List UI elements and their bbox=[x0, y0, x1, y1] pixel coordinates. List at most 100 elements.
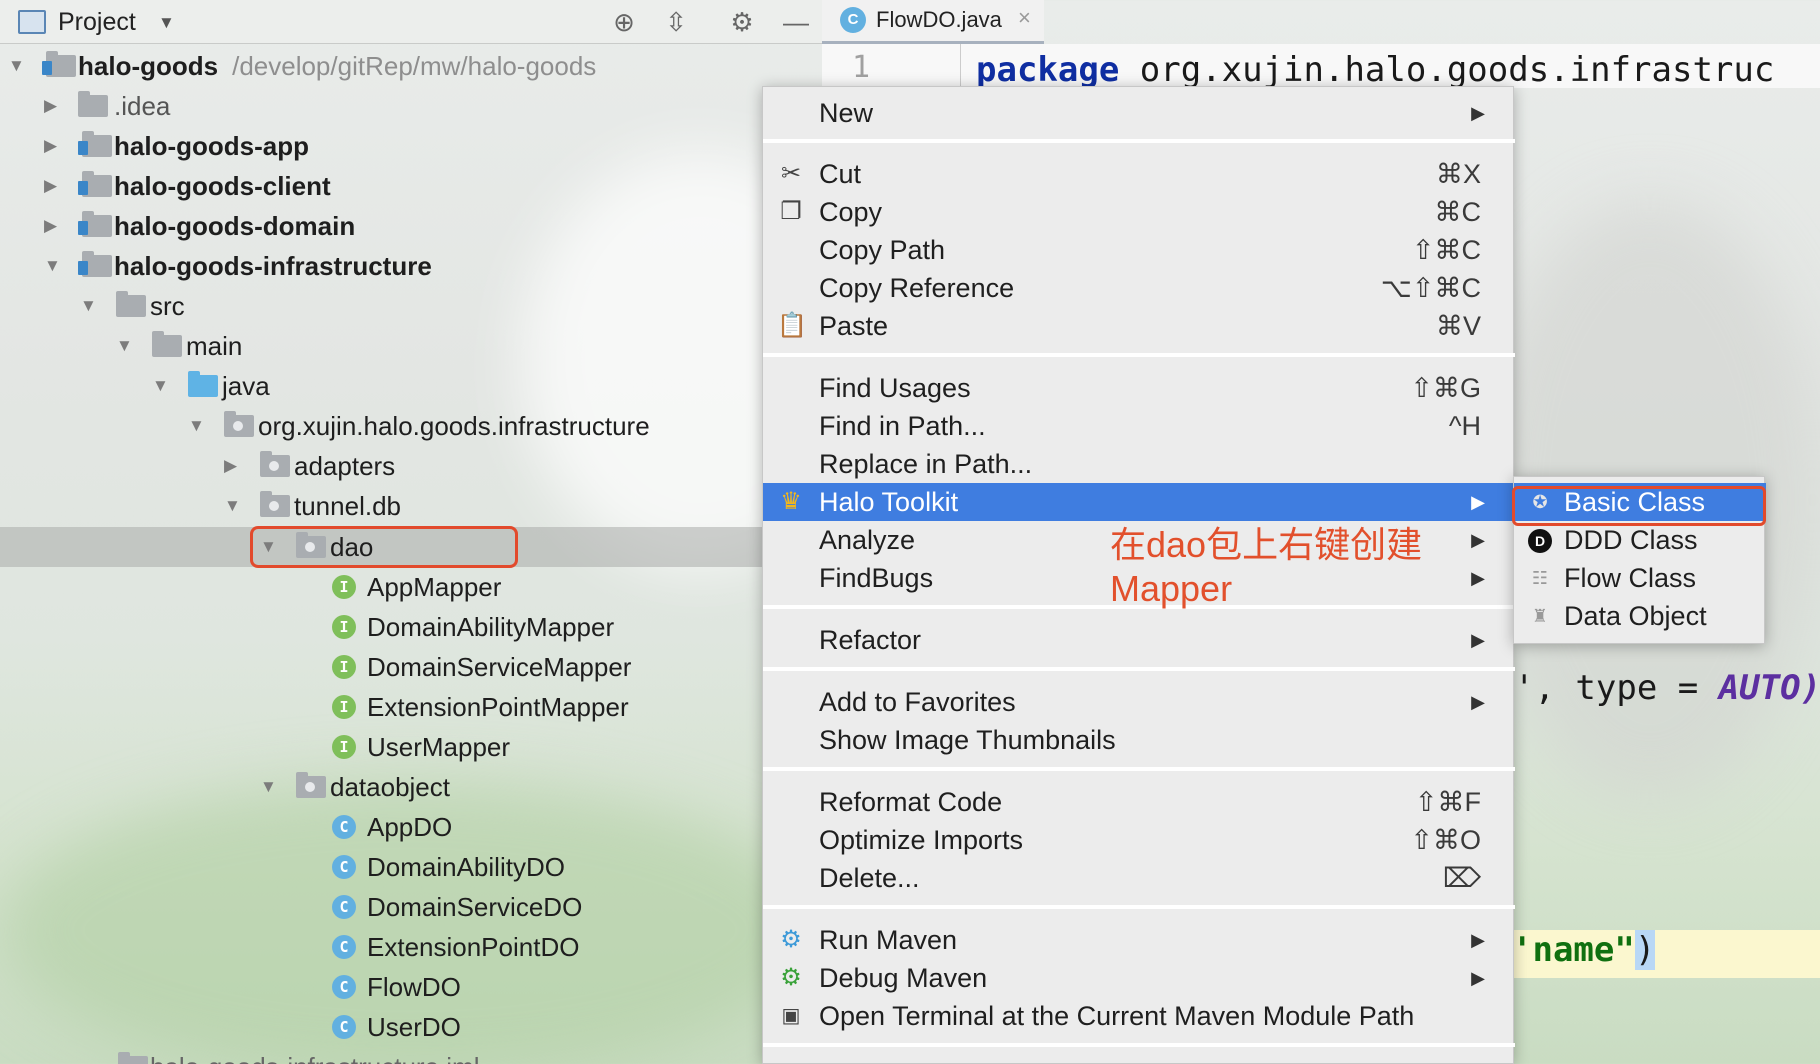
tree-item-halo-goods-domain[interactable]: ▶ halo-goods-domain bbox=[0, 206, 822, 246]
expand-arrow-icon[interactable]: ▼ bbox=[224, 486, 241, 526]
tree-item-usermapper[interactable]: I UserMapper bbox=[0, 727, 822, 767]
tree-item-label: adapters bbox=[294, 451, 396, 481]
tree-item-src[interactable]: ▼ src bbox=[0, 286, 822, 326]
menu-item-copy-path[interactable]: Copy Path ⇧⌘C bbox=[763, 231, 1515, 269]
code-line-1[interactable]: package org.xujin.halo.goods.infrastruc bbox=[976, 50, 1774, 90]
menu-item-find-in-path[interactable]: Find in Path... ^H bbox=[763, 407, 1515, 445]
expand-arrow-icon[interactable]: ▼ bbox=[152, 366, 169, 406]
menu-item-run-maven[interactable]: ⚙ Run Maven ▶ bbox=[763, 921, 1515, 959]
interface-icon: I bbox=[332, 695, 356, 719]
tree-item-domainservicemapper[interactable]: I DomainServiceMapper bbox=[0, 647, 822, 687]
menu-item-copy-reference[interactable]: Copy Reference ⌥⇧⌘C bbox=[763, 269, 1515, 307]
menu-label: Halo Toolkit bbox=[819, 487, 959, 517]
expand-arrow-icon[interactable]: ▶ bbox=[44, 126, 57, 166]
gear-icon[interactable]: ⚙ bbox=[726, 6, 758, 38]
tree-item-extensionpointmapper[interactable]: I ExtensionPointMapper bbox=[0, 687, 822, 727]
tree-item-extensionpointdo[interactable]: C ExtensionPointDO bbox=[0, 927, 822, 967]
expand-arrow-icon[interactable]: ▶ bbox=[224, 446, 237, 486]
class-icon: C bbox=[840, 7, 866, 33]
tree-item-iml[interactable]: halo-goods-infrastructure.iml bbox=[0, 1047, 822, 1064]
module-path: /develop/gitRep/mw/halo-goods bbox=[232, 51, 597, 81]
tree-item-adapters[interactable]: ▶ adapters bbox=[0, 446, 822, 486]
tree-item-domainabilitydo[interactable]: C DomainAbilityDO bbox=[0, 847, 822, 887]
chevron-down-icon[interactable]: ▼ bbox=[158, 13, 175, 33]
package-icon bbox=[296, 772, 326, 798]
interface-icon: I bbox=[332, 575, 356, 599]
expand-arrow-icon[interactable]: ▼ bbox=[8, 46, 25, 86]
tree-item-domainservicedo[interactable]: C DomainServiceDO bbox=[0, 887, 822, 927]
tree-item-dataobject[interactable]: ▼ dataobject bbox=[0, 767, 822, 807]
menu-label: Paste bbox=[819, 311, 889, 341]
menu-item-open-terminal[interactable]: ▣ Open Terminal at the Current Maven Modu… bbox=[763, 997, 1515, 1035]
class-icon: C bbox=[332, 975, 356, 999]
menu-item-paste[interactable]: 📋 Paste ⌘V bbox=[763, 307, 1515, 345]
menu-item-find-usages[interactable]: Find Usages ⇧⌘G bbox=[763, 369, 1515, 407]
code-fragment-type[interactable]: ', type = AUTO) bbox=[1514, 668, 1820, 708]
expand-arrow-icon[interactable]: ▶ bbox=[44, 206, 57, 246]
menu-item-reformat-code[interactable]: Reformat Code ⇧⌘F bbox=[763, 783, 1515, 821]
tree-item-label: UserDO bbox=[367, 1012, 461, 1042]
menu-item-debug-maven[interactable]: ⚙ Debug Maven ▶ bbox=[763, 959, 1515, 997]
tree-item-halo-goods-app[interactable]: ▶ halo-goods-app bbox=[0, 126, 822, 166]
menu-separator bbox=[763, 767, 1515, 771]
tree-item-domainabilitymapper[interactable]: I DomainAbilityMapper bbox=[0, 607, 822, 647]
tree-item-flowdo[interactable]: C FlowDO bbox=[0, 967, 822, 1007]
menu-label: Add to Favorites bbox=[819, 687, 1016, 717]
expand-arrow-icon[interactable]: ▶ bbox=[44, 166, 57, 206]
tree-item-label: halo-goods-domain bbox=[114, 211, 356, 241]
menu-item-add-to-favorites[interactable]: Add to Favorites ▶ bbox=[763, 683, 1515, 721]
menu-item-replace-in-path[interactable]: Replace in Path... bbox=[763, 445, 1515, 483]
tree-item-halo-goods-infrastructure[interactable]: ▼ halo-goods-infrastructure bbox=[0, 246, 822, 286]
tree-item-java[interactable]: ▼ java bbox=[0, 366, 822, 406]
expand-arrow-icon[interactable]: ▼ bbox=[188, 406, 205, 446]
expand-arrow-icon[interactable]: ▼ bbox=[116, 326, 133, 366]
menu-item-copy[interactable]: ❐ Copy ⌘C bbox=[763, 193, 1515, 231]
expand-arrow-icon[interactable]: ▼ bbox=[44, 246, 61, 286]
expand-arrow-icon[interactable]: ▼ bbox=[80, 286, 97, 326]
tree-item-label: ExtensionPointDO bbox=[367, 932, 580, 962]
tree-item-tunnel-db[interactable]: ▼ tunnel.db bbox=[0, 486, 822, 526]
collapse-all-icon[interactable]: ⇳ bbox=[660, 6, 692, 38]
locate-icon[interactable]: ⊕ bbox=[608, 6, 640, 38]
tree-item-label: halo-goods/develop/gitRep/mw/halo-goods bbox=[78, 46, 596, 86]
tree-item-appmapper[interactable]: I AppMapper bbox=[0, 567, 822, 607]
minimize-icon[interactable]: — bbox=[780, 6, 812, 38]
menu-item-optimize-imports[interactable]: Optimize Imports ⇧⌘O bbox=[763, 821, 1515, 859]
tree-item-label: FlowDO bbox=[367, 972, 461, 1002]
tree-item-label: .idea bbox=[114, 91, 171, 121]
editor-tab-flowdo[interactable]: C FlowDO.java × bbox=[822, 0, 1044, 44]
tree-item-halo-goods-client[interactable]: ▶ halo-goods-client bbox=[0, 166, 822, 206]
submenu-item-flow-class[interactable]: ☷ Flow Class bbox=[1514, 559, 1766, 597]
submenu-item-ddd-class[interactable]: D DDD Class bbox=[1514, 521, 1766, 559]
menu-item-new[interactable]: New ▶ bbox=[763, 94, 1515, 132]
tree-item-label: AppDO bbox=[367, 812, 453, 842]
tree-item-label: main bbox=[186, 331, 243, 361]
interface-icon: I bbox=[332, 655, 356, 679]
menu-separator bbox=[763, 1043, 1515, 1047]
menu-item-delete[interactable]: Delete... ⌦ bbox=[763, 859, 1515, 897]
class-icon: C bbox=[332, 895, 356, 919]
close-icon[interactable]: × bbox=[1018, 5, 1031, 31]
code-fragment-name[interactable]: 'name") bbox=[1512, 930, 1820, 978]
tree-item-idea[interactable]: ▶ .idea bbox=[0, 86, 822, 126]
annotation-line-2: Mapper bbox=[1110, 568, 1233, 609]
tree-item-appdo[interactable]: C AppDO bbox=[0, 807, 822, 847]
menu-item-halo-toolkit[interactable]: ♛ Halo Toolkit ▶ bbox=[763, 483, 1515, 521]
menu-shortcut: ⇧⌘C bbox=[1411, 235, 1481, 265]
submenu-item-data-object[interactable]: ♜ Data Object bbox=[1514, 597, 1766, 635]
expand-arrow-icon[interactable]: ▶ bbox=[44, 86, 57, 126]
project-panel-title[interactable]: Project bbox=[58, 8, 136, 37]
menu-item-cut[interactable]: ✂ Cut ⌘X bbox=[763, 155, 1515, 193]
menu-label: Copy Path bbox=[819, 235, 946, 265]
line-number: 1 bbox=[852, 50, 871, 85]
ddd-icon: D bbox=[1526, 526, 1554, 554]
expand-arrow-icon[interactable]: ▼ bbox=[260, 767, 277, 807]
tree-item-halo-goods[interactable]: ▼ halo-goods/develop/gitRep/mw/halo-good… bbox=[0, 46, 822, 86]
menu-item-show-image-thumbnails[interactable]: Show Image Thumbnails bbox=[763, 721, 1515, 759]
tree-item-userdo[interactable]: C UserDO bbox=[0, 1007, 822, 1047]
tree-item-main[interactable]: ▼ main bbox=[0, 326, 822, 366]
code-text: ', type = bbox=[1514, 668, 1719, 708]
tree-item-package-root[interactable]: ▼ org.xujin.halo.goods.infrastructure bbox=[0, 406, 822, 446]
menu-item-refactor[interactable]: Refactor ▶ bbox=[763, 621, 1515, 659]
package-icon bbox=[224, 411, 254, 437]
